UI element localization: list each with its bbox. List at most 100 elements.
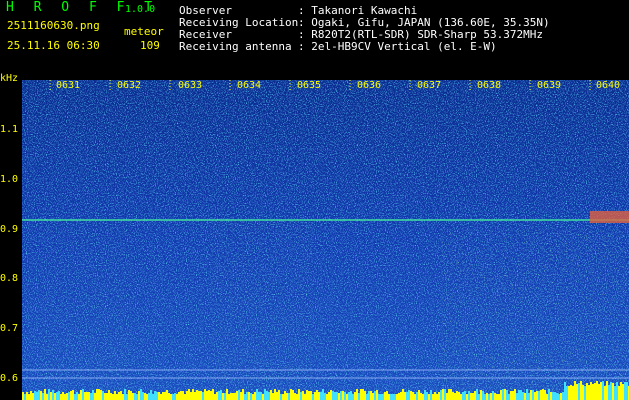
intensity-bar — [198, 391, 200, 400]
intensity-bar — [586, 383, 588, 400]
intensity-bar — [286, 393, 288, 400]
intensity-bar — [218, 391, 220, 400]
intensity-bar — [122, 394, 124, 400]
intensity-bar — [148, 393, 150, 400]
intensity-bar — [154, 391, 156, 400]
intensity-bar — [288, 393, 290, 400]
intensity-bar — [458, 392, 460, 400]
intensity-bar — [618, 386, 620, 400]
intensity-bar — [560, 393, 562, 400]
intensity-bar — [472, 393, 474, 400]
intensity-bar — [22, 392, 24, 400]
intensity-bar — [316, 390, 318, 400]
intensity-bar — [180, 391, 182, 400]
intensity-bar — [64, 394, 66, 400]
filename-label: 2511160630.png — [7, 19, 100, 32]
intensity-bar — [328, 392, 330, 400]
intensity-bar — [334, 392, 336, 400]
intensity-bar — [394, 394, 396, 400]
intensity-bar — [504, 389, 506, 400]
intensity-bar — [392, 394, 394, 400]
intensity-bar — [488, 394, 490, 400]
intensity-bar — [298, 389, 300, 400]
intensity-bar — [460, 394, 462, 400]
intensity-bar — [332, 391, 334, 400]
intensity-bar — [612, 383, 614, 400]
intensity-bar — [72, 390, 74, 400]
intensity-bar — [596, 381, 598, 400]
x-tick-0638: 0638 — [477, 80, 502, 91]
intensity-bar — [36, 392, 38, 400]
intensity-bar — [626, 382, 628, 400]
intensity-bar — [272, 393, 274, 400]
intensity-bar — [24, 394, 26, 400]
intensity-bar — [132, 393, 134, 400]
intensity-bar — [250, 393, 252, 400]
intensity-bar — [600, 382, 602, 400]
intensity-bar — [534, 392, 536, 400]
intensity-bar — [166, 390, 168, 400]
intensity-bar — [512, 391, 514, 400]
intensity-bar — [302, 391, 304, 400]
intensity-bar — [100, 390, 102, 400]
intensity-bar — [454, 393, 456, 400]
x-tick-0636: 0636 — [357, 80, 382, 91]
intensity-bar — [258, 392, 260, 400]
intensity-bar — [408, 390, 410, 400]
intensity-bar — [156, 392, 158, 400]
intensity-bar — [194, 392, 196, 400]
intensity-bar — [580, 381, 582, 400]
intensity-bar — [34, 391, 36, 400]
intensity-bar — [216, 392, 218, 400]
meteor-echo-mark — [590, 211, 629, 223]
intensity-bar — [30, 391, 32, 400]
intensity-bar — [56, 392, 58, 400]
intensity-bar — [60, 394, 62, 400]
intensity-bar — [114, 391, 116, 400]
intensity-bar — [312, 394, 314, 400]
intensity-bar — [242, 389, 244, 400]
intensity-bar — [614, 386, 616, 400]
intensity-bar — [542, 389, 544, 400]
intensity-bar — [282, 394, 284, 400]
intensity-bar — [508, 394, 510, 400]
intensity-bar — [204, 389, 206, 400]
intensity-bar — [150, 390, 152, 400]
intensity-bar — [66, 393, 68, 400]
intensity-bar — [564, 382, 566, 400]
intensity-bar — [342, 391, 344, 400]
intensity-bar — [440, 390, 442, 400]
intensity-bar — [276, 392, 278, 400]
intensity-bar — [206, 391, 208, 400]
intensity-bar — [222, 393, 224, 400]
intensity-bar — [520, 390, 522, 400]
intensity-bar — [584, 386, 586, 400]
intensity-bar — [578, 383, 580, 400]
intensity-bar — [438, 392, 440, 400]
intensity-bar — [94, 393, 96, 400]
intensity-bar — [436, 394, 438, 400]
intensity-bar — [518, 390, 520, 400]
activity-region-0632 — [42, 230, 132, 400]
intensity-bar — [514, 389, 516, 400]
intensity-bar — [432, 394, 434, 400]
intensity-bar — [248, 392, 250, 400]
intensity-bar — [326, 394, 328, 400]
intensity-bar — [324, 393, 326, 400]
intensity-bar — [140, 389, 142, 400]
intensity-bar — [220, 390, 222, 400]
intensity-bar — [172, 394, 174, 400]
intensity-bar — [536, 391, 538, 400]
y-tick-0.9: 0.9 — [0, 224, 19, 235]
intensity-bar — [380, 394, 382, 400]
intensity-bar — [550, 392, 552, 400]
intensity-bar — [386, 391, 388, 400]
datetime-label: 25.11.16 06:30 — [7, 39, 100, 52]
intensity-bar — [330, 390, 332, 400]
intensity-bar — [48, 389, 50, 400]
intensity-bar — [402, 389, 404, 400]
intensity-bar — [80, 390, 82, 400]
intensity-bar — [176, 394, 178, 400]
intensity-bar — [446, 393, 448, 400]
intensity-bar — [390, 394, 392, 400]
